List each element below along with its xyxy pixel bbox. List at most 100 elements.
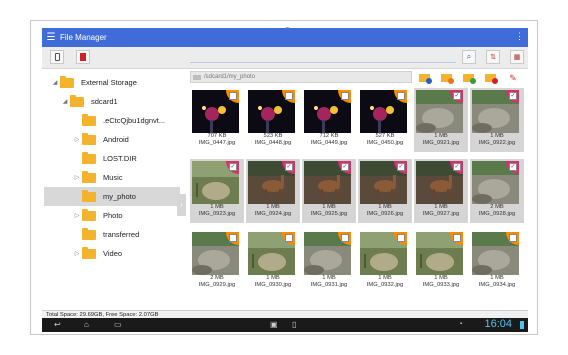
- file-item[interactable]: ✓ 2 MB IMG_0928.jpg: [470, 159, 524, 223]
- file-item[interactable]: ✓ 1 MB IMG_0924.jpg: [246, 159, 300, 223]
- tree-item-android[interactable]: ▷ Android: [72, 130, 180, 149]
- file-item[interactable]: 2 MB IMG_0929.jpg: [190, 230, 244, 294]
- back-icon[interactable]: ↩: [54, 320, 61, 329]
- file-item[interactable]: 1 MB IMG_0930.jpg: [246, 230, 300, 294]
- select-checkbox[interactable]: [229, 92, 237, 100]
- search-button[interactable]: ⌕: [462, 50, 476, 64]
- select-checkbox[interactable]: [285, 92, 293, 100]
- select-checkbox[interactable]: [453, 234, 461, 242]
- image-thumbnail: [192, 90, 239, 133]
- file-name: IMG_0933.jpg: [422, 282, 460, 288]
- file-size: 2 MB: [490, 204, 504, 210]
- file-size: 1 MB: [490, 275, 504, 281]
- sdcard-storage-button[interactable]: [76, 50, 90, 64]
- move-button[interactable]: [462, 71, 476, 85]
- phone-storage-button[interactable]: [50, 50, 64, 64]
- tree-item-transferred[interactable]: transferred: [72, 225, 180, 244]
- tree-item-video[interactable]: ▷ Video: [72, 244, 180, 263]
- tree-item-label: Android: [103, 135, 129, 144]
- image-thumbnail: [304, 90, 351, 133]
- home-icon[interactable]: ⌂: [84, 320, 89, 329]
- file-item[interactable]: ✓ 1 MB IMG_0925.jpg: [302, 159, 356, 223]
- folder-icon: [82, 170, 96, 183]
- tree-item-my-photo[interactable]: my_photo: [44, 187, 180, 206]
- expand-arrow-icon[interactable]: ▷: [72, 250, 82, 257]
- file-size: 527 KB: [375, 133, 395, 139]
- rename-button[interactable]: ✎: [506, 71, 520, 85]
- file-item[interactable]: 527 KB IMG_0450.jpg: [358, 88, 412, 152]
- image-thumbnail: ✓: [472, 90, 519, 133]
- file-item[interactable]: 523 KB IMG_0448.jpg: [246, 88, 300, 152]
- file-name: IMG_0926.jpg: [366, 211, 404, 217]
- file-caption: 1 MB IMG_0934.jpg: [470, 275, 524, 289]
- file-item[interactable]: ✓ 1 MB IMG_0926.jpg: [358, 159, 412, 223]
- file-item[interactable]: 1 MB IMG_0932.jpg: [358, 230, 412, 294]
- screenshot-icon[interactable]: ▣: [270, 320, 278, 329]
- expand-arrow-icon[interactable]: ▷: [72, 212, 82, 219]
- overflow-menu-icon[interactable]: ⋮: [515, 31, 524, 42]
- hamburger-menu-icon[interactable]: ☰: [42, 32, 60, 43]
- device-icon[interactable]: ▯: [292, 320, 296, 329]
- file-item[interactable]: ✓ 1 MB IMG_0927.jpg: [414, 159, 468, 223]
- image-thumbnail: ✓: [304, 161, 351, 204]
- file-caption: 1 MB IMG_0922.jpg: [470, 133, 524, 147]
- select-checkbox[interactable]: ✓: [229, 163, 237, 171]
- tree-item-label: my_photo: [103, 192, 136, 201]
- new-folder-button[interactable]: [418, 71, 432, 85]
- select-checkbox[interactable]: ✓: [509, 163, 517, 171]
- copy-button[interactable]: [440, 71, 454, 85]
- select-checkbox[interactable]: [341, 92, 349, 100]
- folder-icon: [82, 227, 96, 240]
- expand-arrow-icon[interactable]: ◢: [60, 98, 70, 105]
- select-checkbox[interactable]: [397, 92, 405, 100]
- notification-icon[interactable]: ▪: [460, 321, 462, 327]
- file-caption: 1 MB IMG_0930.jpg: [246, 275, 300, 289]
- image-thumbnail: [416, 232, 463, 275]
- file-item[interactable]: 1 MB IMG_0933.jpg: [414, 230, 468, 294]
- tree-item-hidden-folder[interactable]: .eCtcQjbu1dgnvt...: [72, 111, 180, 130]
- select-checkbox[interactable]: [285, 234, 293, 242]
- tree-item-photo[interactable]: ▷ Photo: [72, 206, 180, 225]
- select-checkbox[interactable]: [229, 234, 237, 242]
- recent-apps-icon[interactable]: ▭: [114, 320, 122, 329]
- file-item[interactable]: 712 KB IMG_0449.jpg: [302, 88, 356, 152]
- file-item[interactable]: ✓ 1 MB IMG_0921.jpg: [414, 88, 468, 152]
- select-checkbox[interactable]: [397, 234, 405, 242]
- select-checkbox[interactable]: ✓: [341, 163, 349, 171]
- file-item[interactable]: ✓ 1 MB IMG_0923.jpg: [190, 159, 244, 223]
- battery-icon: [520, 321, 524, 329]
- select-checkbox[interactable]: [341, 234, 349, 242]
- delete-button[interactable]: [484, 71, 498, 85]
- image-thumbnail: [360, 90, 407, 133]
- file-name: IMG_0934.jpg: [478, 282, 516, 288]
- file-name: IMG_0928.jpg: [478, 211, 516, 217]
- select-checkbox[interactable]: ✓: [453, 163, 461, 171]
- select-checkbox[interactable]: ✓: [397, 163, 405, 171]
- clock: 16:04: [484, 318, 512, 330]
- expand-arrow-icon[interactable]: ▷: [72, 174, 82, 181]
- file-caption: 1 MB IMG_0925.jpg: [302, 204, 356, 218]
- tree-item-lost-dir[interactable]: LOST.DIR: [72, 149, 180, 168]
- file-item[interactable]: 1 MB IMG_0934.jpg: [470, 230, 524, 294]
- file-caption: 707 KB IMG_0447.jpg: [190, 133, 244, 147]
- file-item[interactable]: 1 MB IMG_0931.jpg: [302, 230, 356, 294]
- file-item[interactable]: 707 KB IMG_0447.jpg: [190, 88, 244, 152]
- tree-item-label: sdcard1: [91, 97, 118, 106]
- tree-item-external-storage[interactable]: ◢ External Storage: [50, 73, 180, 92]
- file-size: 712 KB: [319, 133, 339, 139]
- select-checkbox[interactable]: ✓: [453, 92, 461, 100]
- search-field-underline[interactable]: [190, 62, 456, 63]
- select-checkbox[interactable]: ✓: [509, 92, 517, 100]
- panel-collapse-handle[interactable]: ›: [177, 194, 186, 216]
- expand-arrow-icon[interactable]: ◢: [50, 79, 60, 86]
- path-bar[interactable]: /sdcard1/my_photo: [190, 71, 412, 83]
- view-mode-button[interactable]: ▦: [510, 50, 524, 64]
- tree-item-label: Video: [103, 249, 123, 258]
- select-checkbox[interactable]: [509, 234, 517, 242]
- expand-arrow-icon[interactable]: ▷: [72, 136, 82, 143]
- select-checkbox[interactable]: ✓: [285, 163, 293, 171]
- tree-item-sdcard1[interactable]: ◢ sdcard1: [60, 92, 180, 111]
- file-item[interactable]: ✓ 1 MB IMG_0922.jpg: [470, 88, 524, 152]
- sort-button[interactable]: ⇅: [486, 50, 500, 64]
- tree-item-music[interactable]: ▷ Music: [72, 168, 180, 187]
